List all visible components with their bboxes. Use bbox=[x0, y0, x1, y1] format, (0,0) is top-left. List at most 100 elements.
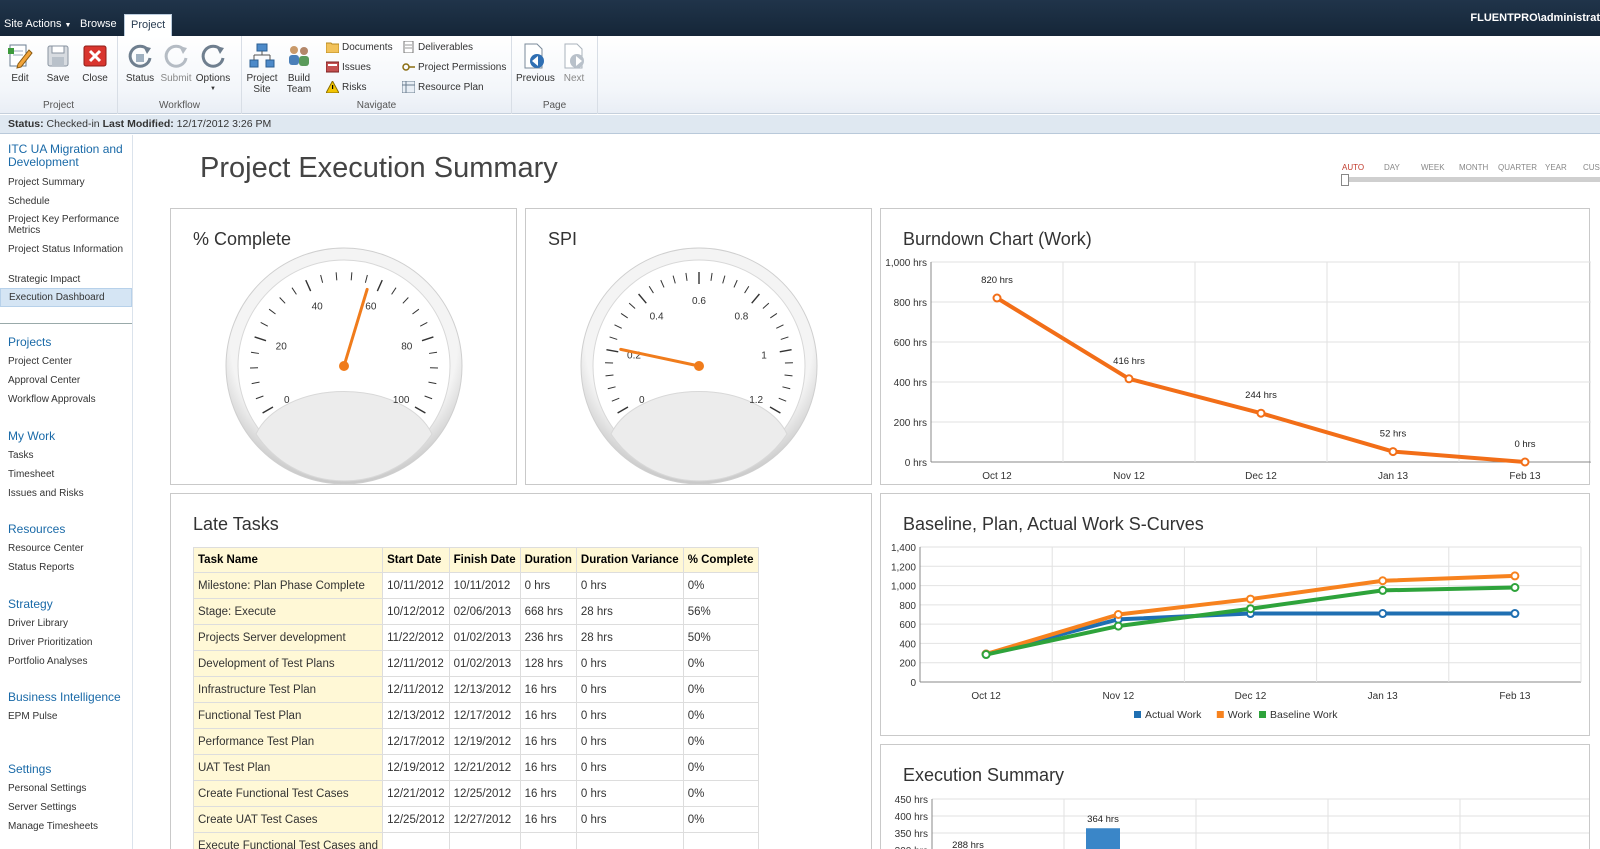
timeline-quarter[interactable]: QUARTER bbox=[1498, 163, 1537, 172]
table-row[interactable]: Development of Test Plans 12/11/2012 01/02… bbox=[192, 650, 759, 677]
nav-item-portfolio-analyses[interactable]: Portfolio Analyses bbox=[8, 656, 132, 667]
table-cell: 10/11/2012 bbox=[382, 572, 450, 599]
column-header[interactable]: Start Date bbox=[382, 547, 450, 573]
nav-head-settings[interactable]: Settings bbox=[8, 763, 132, 776]
save-button[interactable]: Save bbox=[40, 42, 76, 84]
data-point bbox=[1113, 621, 1123, 631]
resource-plan-label: Resource Plan bbox=[418, 82, 484, 93]
nav-item-strategic-impact[interactable]: Strategic Impact bbox=[8, 274, 132, 285]
table-row[interactable]: Functional Test Plan 12/13/2012 12/17/2012… bbox=[192, 702, 759, 729]
edit-button[interactable]: Edit bbox=[2, 42, 38, 84]
timeline-thumb[interactable] bbox=[1341, 174, 1349, 186]
nav-project-title[interactable]: ITC UA Migration and Development bbox=[8, 143, 132, 169]
y-tick-label: 400 hrs bbox=[894, 378, 927, 389]
table-cell: 0 hrs bbox=[575, 728, 684, 755]
table-cell: 16 hrs bbox=[519, 806, 577, 833]
next-button[interactable]: Next bbox=[556, 42, 592, 84]
user-menu[interactable]: FLUENTPRO\administrat bbox=[1470, 12, 1600, 24]
tab-browse[interactable]: Browse bbox=[74, 14, 123, 36]
options-button[interactable]: Options ▼ bbox=[195, 42, 231, 95]
task-name-cell: UAT Test Plan bbox=[192, 754, 384, 781]
status-button[interactable]: Status bbox=[122, 42, 158, 84]
risks-button[interactable]: Risks bbox=[326, 80, 366, 96]
documents-button[interactable]: Documents bbox=[326, 40, 393, 56]
table-cell: 0% bbox=[682, 572, 759, 599]
nav-head-projects[interactable]: Projects bbox=[8, 336, 132, 349]
build-team-button[interactable]: Build Team bbox=[281, 42, 317, 95]
nav-item-resource-center[interactable]: Resource Center bbox=[8, 543, 132, 554]
table-cell: 0% bbox=[682, 780, 759, 807]
nav-item-execution-dashboard[interactable]: Execution Dashboard bbox=[0, 288, 132, 307]
column-header[interactable]: Task Name bbox=[192, 547, 384, 573]
nav-item-project-center[interactable]: Project Center bbox=[8, 356, 132, 367]
previous-button[interactable]: Previous bbox=[516, 42, 555, 84]
nav-item-epm-pulse[interactable]: EPM Pulse bbox=[8, 711, 132, 722]
timeline-week[interactable]: WEEK bbox=[1421, 163, 1445, 172]
task-name-cell: Execute Functional Test Cases and bbox=[192, 832, 384, 849]
data-label: 416 hrs bbox=[1113, 356, 1145, 367]
close-button[interactable]: Close bbox=[77, 42, 113, 84]
table-row[interactable]: UAT Test Plan 12/19/2012 12/21/2012 16 hrs 0… bbox=[192, 754, 759, 781]
nav-item-project-summary[interactable]: Project Summary bbox=[8, 177, 132, 188]
last-modified-label: Last Modified: bbox=[102, 118, 174, 130]
timeline-month[interactable]: MONTH bbox=[1459, 163, 1488, 172]
issues-button[interactable]: Issues bbox=[326, 60, 371, 76]
nav-head-resources[interactable]: Resources bbox=[8, 523, 132, 536]
nav-item-timesheet[interactable]: Timesheet bbox=[8, 469, 132, 480]
nav-item-issues-and-risks[interactable]: Issues and Risks bbox=[8, 488, 132, 499]
nav-item-project-status-information[interactable]: Project Status Information bbox=[8, 244, 132, 255]
project-permissions-button[interactable]: Project Permissions bbox=[402, 60, 506, 76]
timeline-auto[interactable]: AUTO bbox=[1342, 163, 1364, 172]
table-row[interactable]: Performance Test Plan 12/17/2012 12/19/201… bbox=[192, 728, 759, 755]
chevron-down-icon: ▼ bbox=[210, 86, 216, 92]
folder-icon bbox=[326, 42, 339, 54]
table-cell: 16 hrs bbox=[519, 702, 577, 729]
table-row[interactable]: Execute Functional Test Cases and bbox=[192, 832, 759, 849]
nav-item-approval-center[interactable]: Approval Center bbox=[8, 375, 132, 386]
site-actions-menu[interactable]: Site Actions ▼ bbox=[0, 14, 77, 36]
column-header[interactable]: % Complete bbox=[682, 547, 759, 573]
execution-summary-panel: Execution Summary 450 hrs400 hrs350 hrs3… bbox=[880, 744, 1590, 849]
table-row[interactable]: Infrastructure Test Plan 12/11/2012 12/13/… bbox=[192, 676, 759, 703]
nav-item-manage-timesheets[interactable]: Manage Timesheets bbox=[8, 821, 132, 832]
project-permissions-label: Project Permissions bbox=[418, 62, 507, 73]
timeline-day[interactable]: DAY bbox=[1384, 163, 1400, 172]
column-header[interactable]: Finish Date bbox=[448, 547, 521, 573]
data-point bbox=[1510, 571, 1520, 581]
column-header[interactable]: Duration bbox=[519, 547, 577, 573]
nav-item-schedule[interactable]: Schedule bbox=[8, 196, 132, 207]
nav-item-tasks[interactable]: Tasks bbox=[8, 450, 132, 461]
timeline-zoom-slider[interactable]: AUTO DAY WEEK MONTH QUARTER YEAR CUS bbox=[1340, 160, 1600, 190]
nav-head-my-work[interactable]: My Work bbox=[8, 430, 132, 443]
last-modified-value: 12/17/2012 3:26 PM bbox=[176, 118, 272, 130]
nav-item-driver-library[interactable]: Driver Library bbox=[8, 618, 132, 629]
table-cell: 02/06/2013 bbox=[448, 598, 521, 625]
previous-label: Previous bbox=[516, 73, 555, 84]
nav-item-personal-settings[interactable]: Personal Settings bbox=[8, 783, 132, 794]
timeline-year[interactable]: YEAR bbox=[1545, 163, 1567, 172]
nav-item-workflow-approvals[interactable]: Workflow Approvals bbox=[8, 394, 132, 405]
nav-head-business-intelligence[interactable]: Business Intelligence bbox=[8, 691, 132, 704]
table-cell bbox=[382, 832, 450, 849]
resource-plan-button[interactable]: Resource Plan bbox=[402, 80, 484, 96]
nav-item-project-kpi[interactable]: Project Key Performance Metrics bbox=[8, 214, 132, 236]
task-name-cell: Milestone: Plan Phase Complete bbox=[192, 572, 384, 599]
tab-project[interactable]: Project bbox=[124, 14, 173, 36]
table-row[interactable]: Create Functional Test Cases 12/21/2012 12… bbox=[192, 780, 759, 807]
table-row[interactable]: Create UAT Test Cases 12/25/2012 12/27/201… bbox=[192, 806, 759, 833]
nav-item-status-reports[interactable]: Status Reports bbox=[8, 562, 132, 573]
nav-item-driver-prioritization[interactable]: Driver Prioritization bbox=[8, 637, 132, 648]
late-tasks-title: Late Tasks bbox=[193, 514, 279, 534]
table-row[interactable]: Projects Server development 11/22/2012 01/… bbox=[192, 624, 759, 651]
ribbon-group-navigate: Project Site Build Team Documents Issues… bbox=[242, 36, 512, 114]
table-row[interactable]: Stage: Execute 10/12/2012 02/06/2013 668 hr… bbox=[192, 598, 759, 625]
timeline-custom[interactable]: CUS bbox=[1583, 163, 1600, 172]
nav-item-server-settings[interactable]: Server Settings bbox=[8, 802, 132, 813]
table-row[interactable]: Milestone: Plan Phase Complete 10/11/2012… bbox=[192, 572, 759, 599]
column-header[interactable]: Duration Variance bbox=[575, 547, 684, 573]
deliverables-button[interactable]: Deliverables bbox=[402, 40, 473, 56]
submit-button[interactable]: Submit bbox=[158, 42, 194, 84]
nav-head-strategy[interactable]: Strategy bbox=[8, 598, 132, 611]
project-site-button[interactable]: Project Site bbox=[244, 42, 280, 95]
table-cell: 12/19/2012 bbox=[382, 754, 450, 781]
